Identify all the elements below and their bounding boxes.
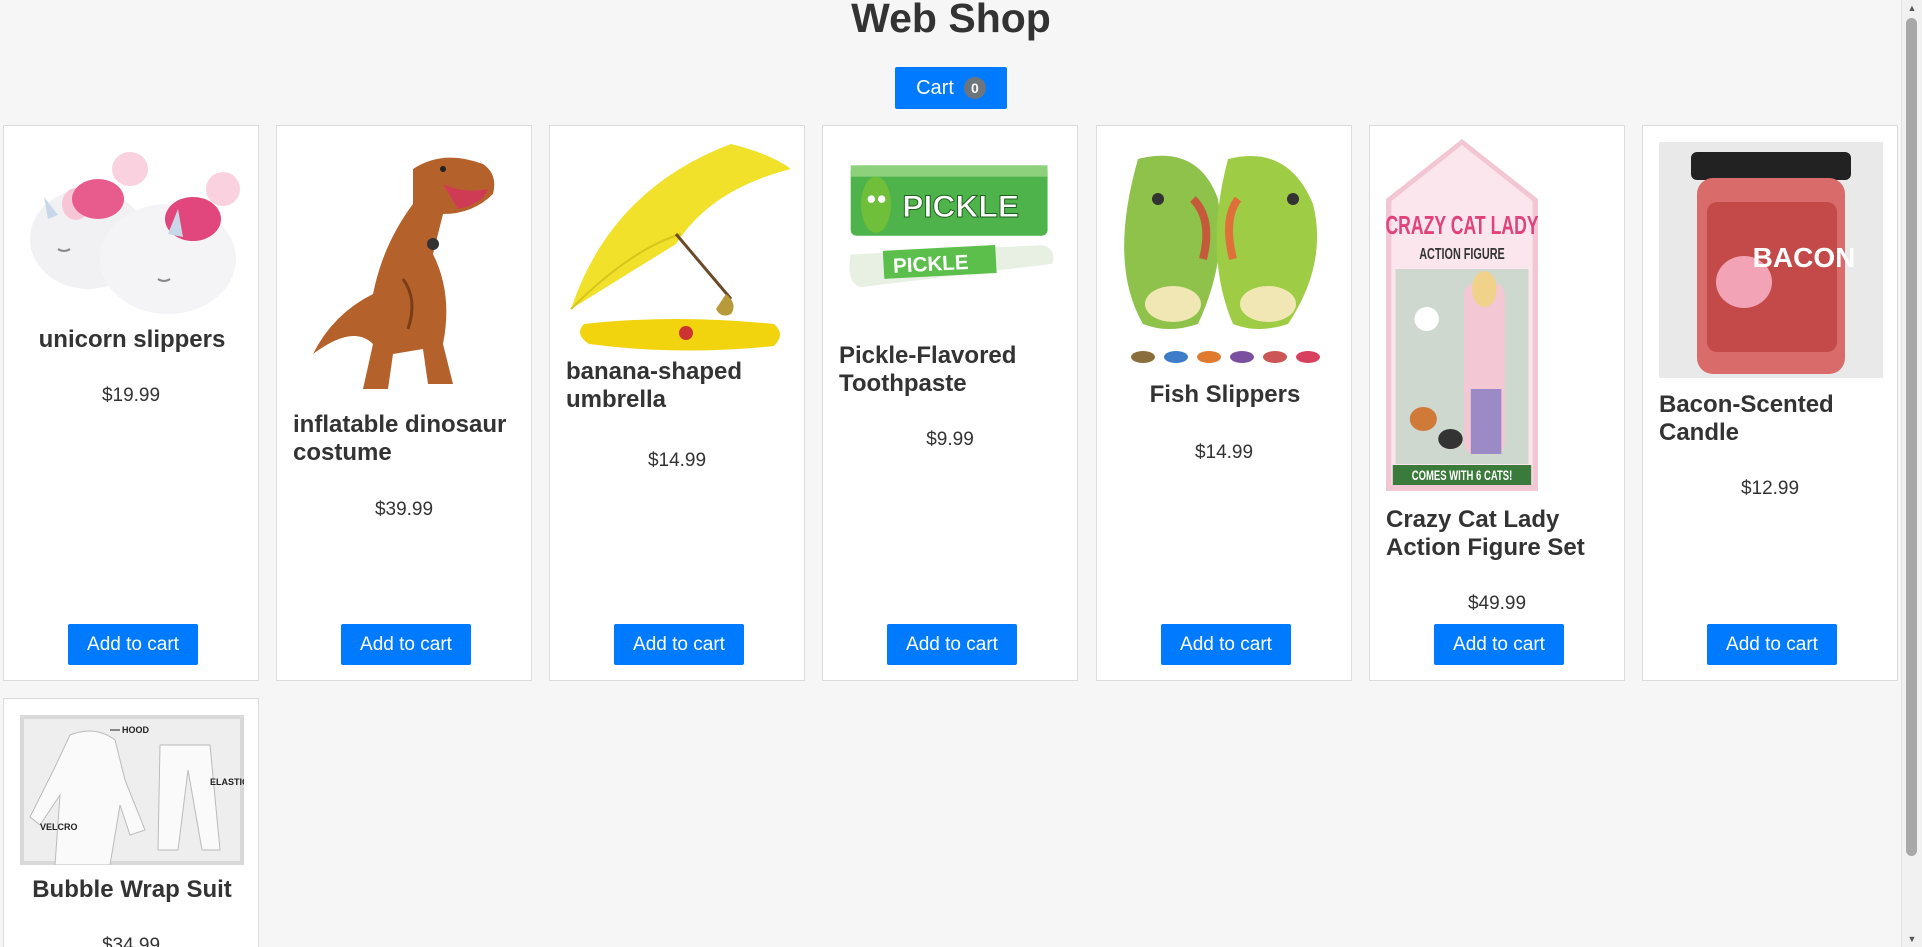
cart-count-badge: 0 (963, 77, 986, 99)
product-card: PICKLE PICKLE Pickle-Flavored Toothpaste… (822, 125, 1078, 681)
triangle-up-icon[interactable]: ▲ (1902, 0, 1922, 16)
product-name: Bacon-Scented Candle (1659, 391, 1834, 446)
product-price: $34.99 (101, 935, 161, 947)
pickle-brand-text-tube: PICKLE (892, 251, 969, 278)
triangle-down-icon[interactable]: ▼ (1902, 931, 1922, 947)
product-price: $12.99 (1740, 478, 1800, 499)
product-price: $14.99 (1194, 442, 1254, 463)
cart-button[interactable]: Cart 0 (895, 67, 1007, 109)
suit-hood-label: HOOD (122, 725, 150, 735)
product-card: Fish Slippers $14.99 Add to cart (1096, 125, 1352, 681)
product-price: $49.99 (1467, 593, 1527, 614)
product-card: banana-shaped umbrella $14.99 Add to car… (549, 125, 805, 681)
product-image-pickle-toothpaste: PICKLE PICKLE (849, 165, 1054, 288)
product-image-bubble-wrap-suit: HOOD VELCRO ELASTIC WAIST (20, 715, 244, 865)
product-price: $14.99 (647, 450, 707, 471)
suit-velcro-label: VELCRO (40, 822, 78, 832)
cart-label: Cart (916, 76, 954, 99)
bacon-label-text: BACON (1753, 242, 1856, 273)
product-price: $9.99 (926, 429, 974, 450)
product-name: Pickle-Flavored Toothpaste (839, 342, 1017, 397)
product-name: Crazy Cat Lady Action Figure Set (1386, 506, 1585, 561)
add-to-cart-button[interactable]: Add to cart (68, 624, 198, 665)
product-card: HOOD VELCRO ELASTIC WAIST Bubble Wrap Su… (3, 698, 259, 947)
product-name: Fish Slippers (1149, 381, 1301, 408)
product-card: CRAZY CAT LADY ACTION FIGURE COMES WITH … (1369, 125, 1625, 681)
scrollbar-thumb[interactable] (1906, 18, 1917, 856)
product-image-cat-lady-figure: CRAZY CAT LADY ACTION FIGURE COMES WITH … (1386, 139, 1538, 491)
product-name: Bubble Wrap Suit (32, 876, 232, 903)
cat-box-sub-text: ACTION FIGURE (1419, 245, 1505, 263)
page-title: Web Shop (851, 0, 1051, 41)
add-to-cart-button[interactable]: Add to cart (614, 624, 744, 665)
product-price: $19.99 (101, 385, 161, 406)
cat-box-footer-text: COMES WITH 6 CATS! (1412, 467, 1513, 483)
product-name: inflatable dinosaur costume (293, 411, 507, 466)
product-image-dinosaur-costume (313, 157, 495, 389)
product-price: $39.99 (374, 499, 434, 520)
product-image-bacon-candle: BACON (1659, 142, 1883, 378)
add-to-cart-button[interactable]: Add to cart (887, 624, 1017, 665)
vertical-scrollbar[interactable]: ▲ ▼ (1901, 0, 1922, 947)
product-card: BACON Bacon-Scented Candle $12.99 Add to… (1642, 125, 1898, 681)
page: Web Shop Cart 0 unicorn slippers $19.99 … (0, 0, 1902, 947)
suit-elastic-label: ELASTIC WAIST (210, 777, 244, 787)
add-to-cart-button[interactable]: Add to cart (1434, 624, 1564, 665)
product-image-unicorn-slippers (30, 152, 240, 314)
pickle-brand-text: PICKLE (902, 188, 1019, 224)
add-to-cart-button[interactable]: Add to cart (341, 624, 471, 665)
product-image-banana-umbrella (570, 144, 790, 351)
product-card: inflatable dinosaur costume $39.99 Add t… (276, 125, 532, 681)
product-image-fish-slippers (1124, 155, 1320, 363)
product-card: unicorn slippers $19.99 Add to cart (3, 125, 259, 681)
add-to-cart-button[interactable]: Add to cart (1161, 624, 1291, 665)
product-name: unicorn slippers (38, 326, 226, 353)
product-name: banana-shaped umbrella (566, 358, 743, 413)
cat-box-title-text: CRAZY CAT LADY (1386, 211, 1538, 240)
add-to-cart-button[interactable]: Add to cart (1707, 624, 1837, 665)
